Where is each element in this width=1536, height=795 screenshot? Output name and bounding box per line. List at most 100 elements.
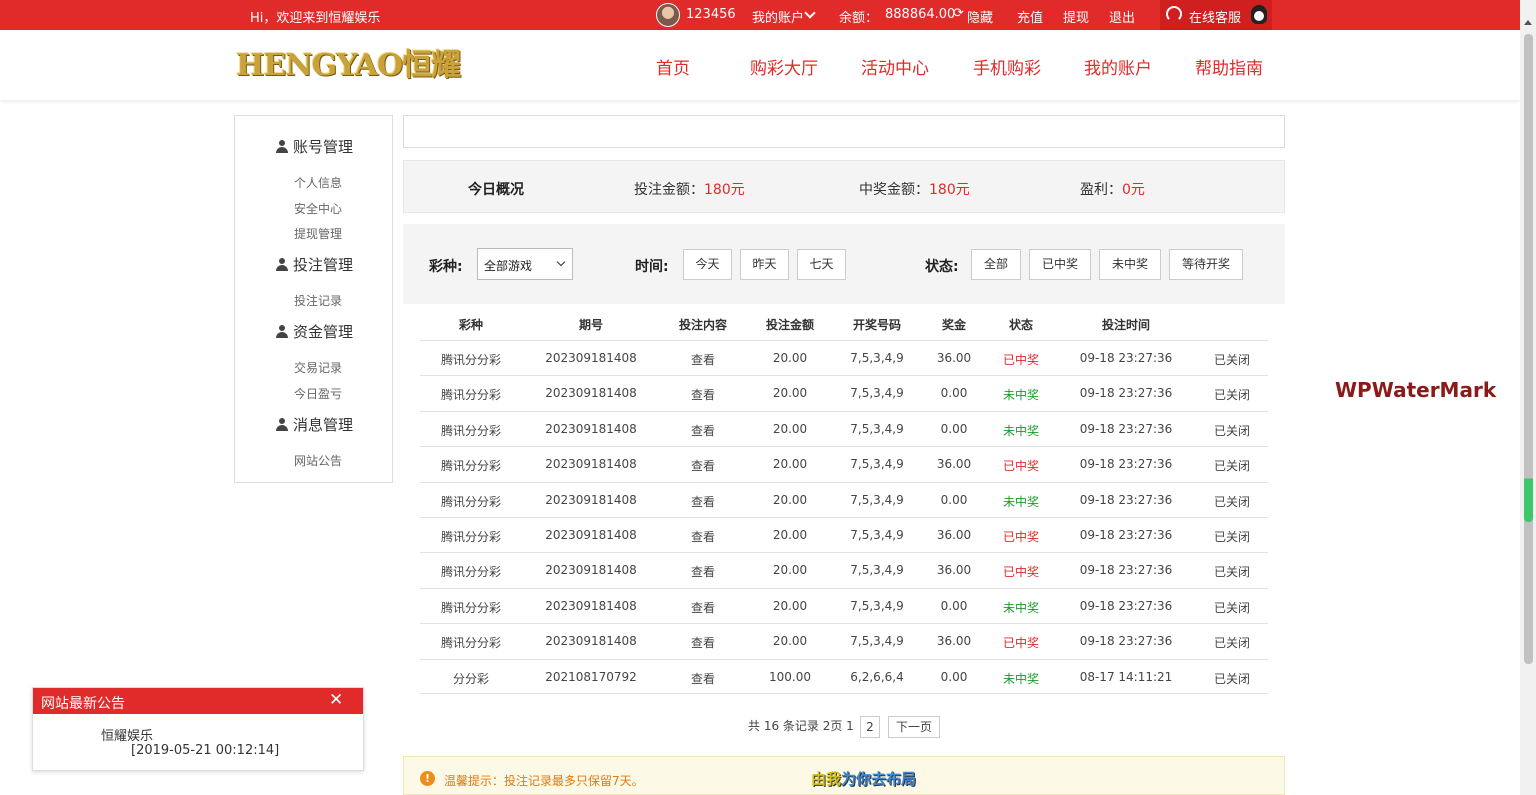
cell-prize: 36.00 — [936, 563, 972, 578]
cell-numbers: 7,5,3,4,9 — [850, 421, 904, 436]
status-won-button[interactable]: 已中奖 — [1029, 249, 1091, 280]
refresh-icon[interactable]: ⟳ — [953, 6, 964, 21]
scrollbar-thumb[interactable] — [1524, 34, 1533, 664]
time-today-button[interactable]: 今天 — [683, 249, 732, 280]
cell-prize: 36.00 — [936, 351, 972, 365]
cell-issue: 202309181408 — [545, 457, 637, 472]
nav-help[interactable]: 帮助指南 — [1195, 54, 1263, 79]
page-2-button[interactable]: 2 — [860, 716, 880, 738]
cell-content[interactable]: 查看 — [691, 351, 715, 368]
cell-content[interactable]: 查看 — [691, 422, 715, 439]
sidebar-head-bet: 投注管理 — [235, 254, 394, 275]
status-pending-button[interactable]: 等待开奖 — [1169, 249, 1243, 280]
cell-content[interactable]: 查看 — [691, 493, 715, 510]
col-numbers: 开奖号码 — [852, 318, 902, 332]
cell-issue: 202108170792 — [545, 669, 637, 684]
scroll-up-arrow-icon[interactable] — [1524, 20, 1532, 25]
cell-state: 已关闭 — [1213, 671, 1251, 686]
status-all-button[interactable]: 全部 — [971, 249, 1021, 280]
table-row: 腾讯分分彩 202309181408 查看 20.00 7,5,3,4,9 36.00 已中… — [420, 552, 1268, 587]
user-icon — [275, 418, 288, 431]
cell-content[interactable]: 查看 — [691, 528, 715, 545]
cell-time: 09-18 23:27:36 — [1079, 634, 1173, 649]
chevron-down-icon[interactable] — [804, 7, 816, 19]
username[interactable]: 123456 — [686, 7, 736, 22]
sidebar-item-withdraw-manage[interactable]: 提现管理 — [235, 225, 401, 242]
cell-time: 09-18 23:27:36 — [1079, 563, 1173, 578]
logout-link[interactable]: 退出 — [1109, 7, 1135, 26]
nav-mobile[interactable]: 手机购彩 — [973, 54, 1041, 79]
qq-icon[interactable] — [1251, 5, 1267, 24]
overview-win-value: 180元 — [929, 182, 970, 198]
cell-content[interactable]: 查看 — [691, 634, 715, 651]
table-row: 腾讯分分彩 202309181408 查看 20.00 7,5,3,4,9 36.00 已中… — [420, 623, 1268, 658]
cell-content[interactable]: 查看 — [691, 457, 715, 474]
notice-item[interactable]: 恒耀娱乐 — [101, 725, 153, 744]
cell-game: 腾讯分分彩 — [440, 636, 502, 651]
cell-status: 未中奖 — [1002, 388, 1040, 403]
overview-profit-value: 0元 — [1122, 182, 1145, 198]
cell-state: 已关闭 — [1213, 600, 1251, 615]
cell-numbers: 7,5,3,4,9 — [850, 528, 904, 542]
sidebar-item-transactions[interactable]: 交易记录 — [235, 359, 401, 376]
game-select[interactable]: 全部游戏 — [477, 248, 573, 280]
sidebar-head-fund: 资金管理 — [235, 321, 394, 342]
time-week-button[interactable]: 七天 — [797, 249, 846, 280]
cell-amount: 100.00 — [769, 669, 811, 684]
balance-label: 余额： — [839, 11, 879, 26]
next-page-button[interactable]: 下一页 — [888, 716, 940, 738]
hide-balance-link[interactable]: 隐藏 — [967, 7, 993, 26]
cell-content[interactable]: 查看 — [691, 563, 715, 580]
col-amount: 投注金额 — [765, 318, 815, 332]
status-filter-label: 状态: — [925, 259, 959, 275]
cell-issue: 202309181408 — [545, 634, 637, 649]
close-icon[interactable]: ✕ — [329, 690, 343, 710]
sidebar-head-account: 账号管理 — [235, 136, 394, 157]
status-lost-button[interactable]: 未中奖 — [1099, 249, 1161, 280]
time-yesterday-button[interactable]: 昨天 — [740, 249, 789, 280]
cell-amount: 20.00 — [772, 598, 808, 613]
cell-prize: 0.00 — [940, 421, 968, 436]
cell-game: 腾讯分分彩 — [440, 530, 502, 544]
cell-state: 已关闭 — [1213, 636, 1251, 651]
cell-content[interactable]: 查看 — [691, 670, 715, 687]
nav-activity[interactable]: 活动中心 — [861, 54, 929, 79]
cell-prize: 36.00 — [936, 457, 972, 472]
withdraw-link[interactable]: 提现 — [1063, 7, 1089, 26]
cell-status: 未中奖 — [1002, 494, 1040, 509]
nav-my-account[interactable]: 我的账户 — [1084, 54, 1152, 79]
cell-prize: 0.00 — [940, 492, 968, 507]
cell-time: 08-17 14:11:21 — [1079, 669, 1173, 684]
table-row: 腾讯分分彩 202309181408 查看 20.00 7,5,3,4,9 0.00 未中奖… — [420, 481, 1268, 517]
avatar[interactable] — [656, 3, 680, 27]
cell-amount: 20.00 — [772, 386, 808, 401]
cell-status: 已中奖 — [1002, 530, 1040, 544]
cell-prize: 0.00 — [940, 598, 968, 613]
sidebar-item-profile[interactable]: 个人信息 — [235, 174, 401, 191]
notice-date: [2019-05-21 00:12:14] — [131, 743, 280, 758]
col-content: 投注内容 — [678, 318, 728, 332]
cell-game: 腾讯分分彩 — [440, 423, 502, 438]
nav-lottery-hall[interactable]: 购彩大厅 — [750, 54, 818, 79]
sidebar-item-announcements[interactable]: 网站公告 — [235, 452, 401, 469]
cell-numbers: 6,2,6,6,4 — [850, 669, 904, 684]
sidebar-item-today-pnl[interactable]: 今日盈亏 — [235, 385, 401, 402]
cell-time: 09-18 23:27:36 — [1079, 386, 1173, 401]
col-status: 状态 — [1008, 318, 1034, 332]
cell-content[interactable]: 查看 — [691, 386, 715, 403]
nav-home[interactable]: 首页 — [656, 54, 690, 79]
filter-bar: 彩种: 全部游戏 时间: 今天 昨天 七天 状态: 全部 已中奖 未中奖 等待开… — [403, 224, 1285, 304]
cell-issue: 202309181408 — [545, 386, 637, 401]
customer-service-label[interactable]: 在线客服 — [1189, 7, 1241, 26]
sidebar-item-security[interactable]: 安全中心 — [235, 200, 401, 217]
tip-text: 温馨提示：投注记录最多只保留7天。 — [444, 774, 644, 788]
cell-state: 已关闭 — [1213, 388, 1251, 403]
logo[interactable]: HENGYAO恒耀 — [236, 47, 461, 85]
headset-icon[interactable] — [1166, 6, 1182, 22]
cell-game: 腾讯分分彩 — [440, 600, 502, 615]
sidebar-item-bet-records[interactable]: 投注记录 — [235, 292, 401, 309]
cell-content[interactable]: 查看 — [691, 599, 715, 616]
overview-title: 今日概况 — [468, 182, 524, 198]
recharge-link[interactable]: 充值 — [1017, 7, 1043, 26]
my-account-menu[interactable]: 我的账户 — [752, 7, 804, 26]
